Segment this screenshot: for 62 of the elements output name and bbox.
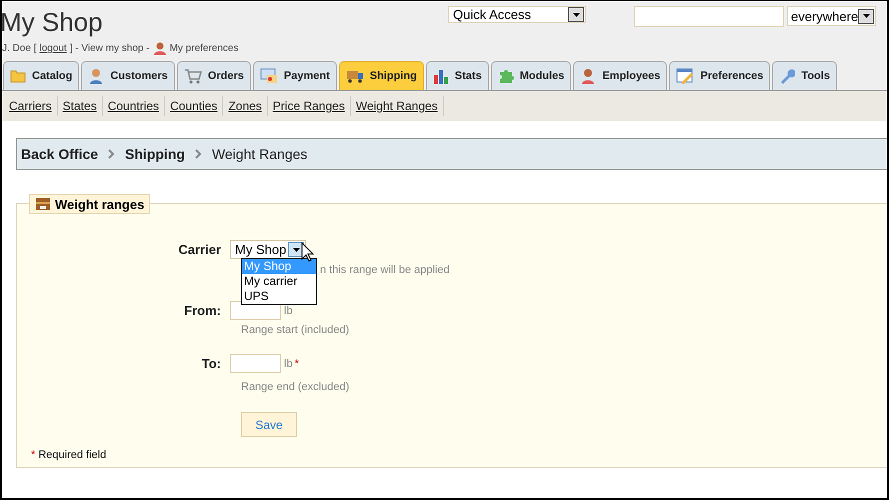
subnav-link[interactable]: Price Ranges (268, 96, 351, 116)
cart-icon (184, 68, 202, 84)
nav-tab[interactable]: Tools (772, 61, 837, 90)
subnav-link[interactable]: Carriers (4, 96, 58, 116)
dropdown-option[interactable]: My carrier (242, 274, 316, 289)
nav-tab[interactable]: Orders (176, 61, 251, 90)
caret-icon (292, 248, 300, 252)
required-mark: * (31, 449, 36, 461)
breadcrumb-item[interactable]: Shipping (125, 146, 185, 162)
subnav-link[interactable]: States (58, 96, 103, 116)
nav-tab[interactable]: Preferences (669, 61, 770, 90)
wrench-icon (779, 68, 796, 84)
pencil-window-icon (676, 68, 694, 84)
bar-chart-icon (432, 68, 449, 84)
search-field[interactable] (634, 6, 784, 27)
puzzle-icon (498, 68, 514, 84)
from-hint: Range start (included) (241, 324, 350, 336)
required-note: Required field (38, 449, 106, 461)
to-hint: Range end (excluded) (241, 381, 350, 393)
carrier-hint: n this range will be applied (320, 264, 450, 276)
dropdown-option[interactable]: UPS (242, 289, 316, 304)
person-icon (88, 68, 104, 84)
save-button[interactable]: Save (241, 412, 297, 437)
search-scope-select[interactable]: everywhere (787, 6, 876, 26)
from-label: From: (183, 303, 222, 318)
nav-tab[interactable]: Customers (81, 61, 175, 90)
truck-icon (346, 69, 364, 83)
nav-tab[interactable]: Shipping (338, 61, 424, 90)
carrier-label: Carrier (177, 242, 222, 257)
chevron-icon (194, 149, 202, 159)
box-icon (35, 197, 51, 211)
to-input[interactable] (230, 354, 281, 373)
caret-icon (862, 14, 870, 18)
nav-tab[interactable]: Stats (426, 61, 489, 90)
subnav-link[interactable]: Countries (102, 96, 166, 116)
shop-title: My Shop (2, 7, 103, 38)
unit-label: lb (284, 304, 293, 316)
carrier-select[interactable]: My Shop (230, 240, 306, 259)
to-label: To: (200, 356, 222, 371)
view-shop-link[interactable]: ] - View my shop - (70, 43, 150, 54)
nav-tab[interactable]: Catalog (3, 61, 80, 90)
person-icon (580, 68, 596, 84)
chevron-icon (108, 149, 116, 159)
subnav-link[interactable]: Weight Ranges (350, 96, 444, 116)
caret-icon (572, 12, 580, 16)
unit-label: lb (284, 358, 293, 370)
user-name: J. Doe [ (2, 43, 36, 54)
subnav-link[interactable]: Counties (165, 96, 224, 116)
card-icon (260, 68, 278, 84)
preferences-link[interactable]: My preferences (170, 43, 238, 54)
nav-tab[interactable]: Payment (252, 61, 337, 90)
nav-tab[interactable]: Employees (573, 61, 668, 90)
folder-icon (10, 69, 26, 83)
section-legend: Weight ranges (29, 194, 150, 214)
breadcrumb-item: Weight Ranges (212, 146, 308, 162)
breadcrumb-item[interactable]: Back Office (21, 146, 98, 162)
nav-tab[interactable]: Modules (490, 61, 572, 90)
subnav-link[interactable]: Zones (223, 96, 268, 116)
required-mark: * (294, 358, 299, 370)
logout-link[interactable]: logout (39, 43, 67, 54)
person-icon (152, 42, 167, 55)
quick-access-select[interactable]: Quick Access (448, 6, 586, 23)
